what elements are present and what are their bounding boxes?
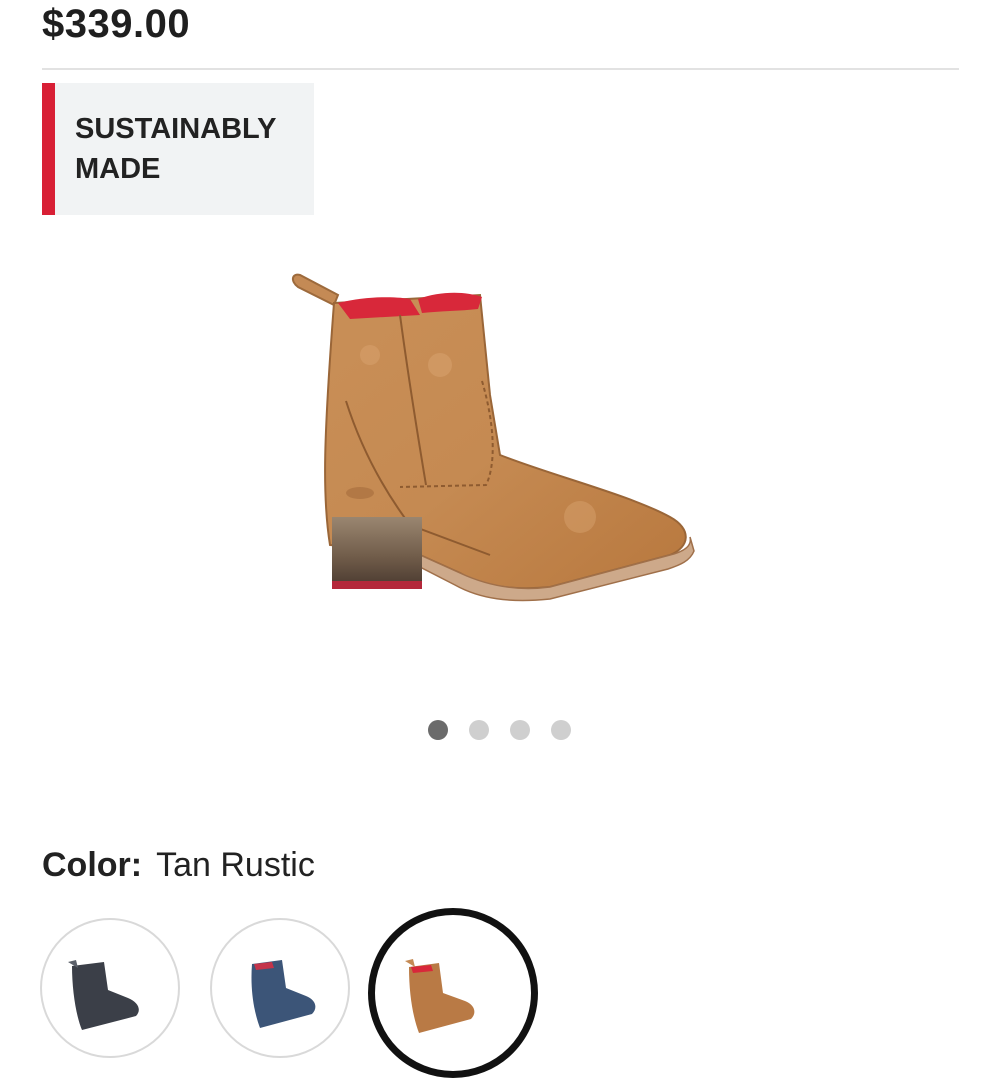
carousel-dot-2[interactable] [469, 720, 489, 740]
color-selection: Color: Tan Rustic [42, 846, 315, 885]
dark-boot-swatch-icon [68, 960, 139, 1030]
badge-text-line2: MADE [75, 153, 161, 185]
boot-illustration [292, 273, 695, 602]
product-image[interactable] [250, 255, 730, 635]
badge-text-line1: SUSTAINABLY [75, 113, 277, 145]
carousel-dot-1[interactable] [428, 720, 448, 740]
tan-boot-swatch-icon [405, 959, 475, 1033]
color-swatch-tan-selected[interactable] [368, 908, 538, 1078]
product-price: $339.00 [42, 2, 191, 46]
carousel-dot-3[interactable] [510, 720, 530, 740]
image-carousel-dots [428, 720, 571, 742]
blue-boot-swatch-icon [251, 960, 316, 1028]
sustainably-made-badge: SUSTAINABLY MADE [42, 83, 314, 215]
color-swatch-blue[interactable] [210, 918, 350, 1058]
carousel-dot-4[interactable] [551, 720, 571, 740]
badge-text: SUSTAINABLY MADE [75, 109, 305, 189]
color-swatch-dark[interactable] [40, 918, 180, 1058]
color-label: Color: [42, 846, 143, 884]
badge-accent-bar [42, 83, 55, 215]
selected-color-name: Tan Rustic [156, 846, 315, 884]
divider [42, 68, 959, 70]
